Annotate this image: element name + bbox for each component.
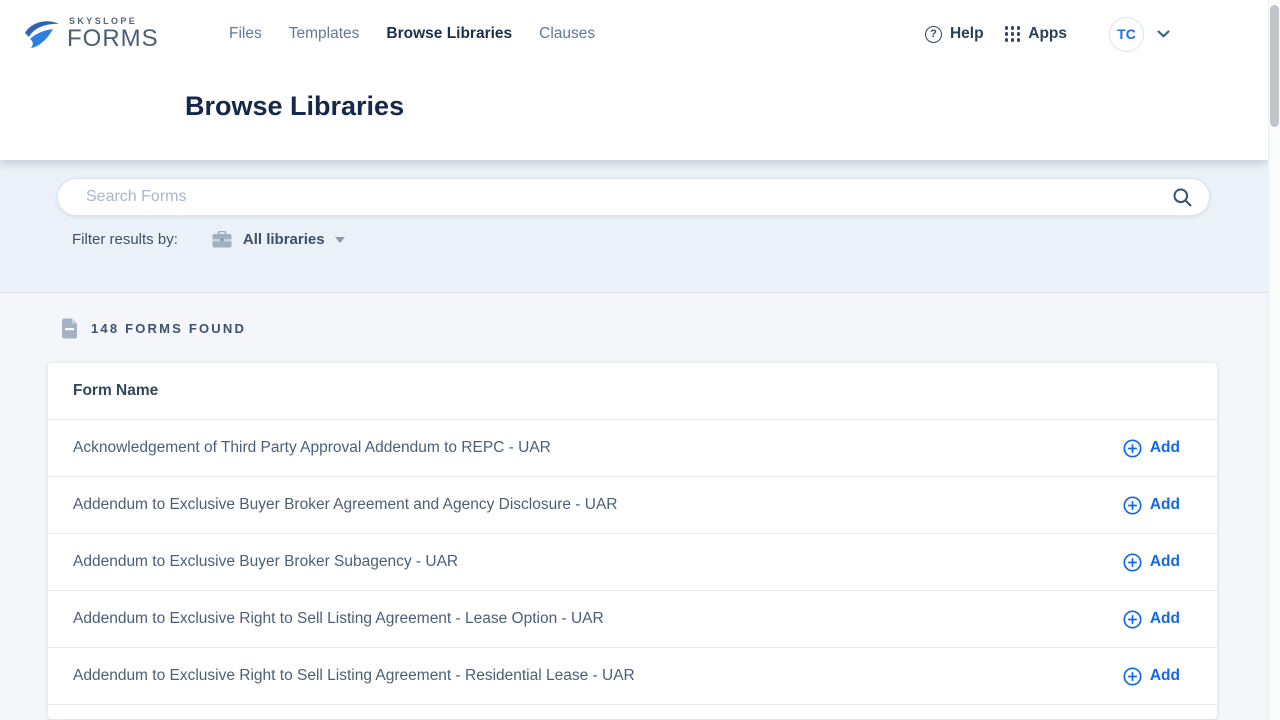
scrollbar-thumb[interactable] — [1270, 5, 1279, 127]
skyslope-swoosh-icon — [22, 17, 62, 53]
plus-circle-icon — [1123, 553, 1142, 572]
main-nav: Files Templates Browse Libraries Clauses — [229, 25, 595, 43]
apps-grid-icon — [1005, 26, 1021, 42]
plus-circle-icon — [1123, 667, 1142, 686]
account-menu-button[interactable] — [1157, 30, 1170, 38]
logo-text: SKYSLOPE FORMS — [67, 17, 159, 51]
add-label: Add — [1150, 667, 1180, 685]
filter-row: Filter results by: All libraries — [72, 231, 1268, 248]
plus-circle-icon — [1123, 610, 1142, 629]
add-form-button[interactable]: Add — [1123, 667, 1180, 686]
add-form-button[interactable]: Add — [1123, 439, 1180, 458]
search-input[interactable] — [86, 188, 1172, 206]
forms-table: Form Name Acknowledgement of Third Party… — [48, 363, 1217, 719]
results-section: 148 FORMS FOUND Form Name Acknowledgemen… — [0, 293, 1268, 720]
nav-item-browse-libraries[interactable]: Browse Libraries — [386, 25, 512, 43]
document-icon — [61, 318, 78, 339]
user-avatar[interactable]: TC — [1109, 17, 1144, 52]
table-row: Acknowledgement of Third Party Approval … — [48, 419, 1217, 476]
logo-bottom-label: FORMS — [67, 27, 159, 51]
filter-label: Filter results by: — [72, 231, 178, 248]
help-button[interactable]: ? Help — [925, 25, 984, 43]
help-icon: ? — [925, 26, 942, 43]
search-icon — [1172, 187, 1193, 208]
plus-circle-icon — [1123, 496, 1142, 515]
table-row: Addendum to Exclusive Buyer Broker Subag… — [48, 533, 1217, 590]
form-name: Addendum to Exclusive Buyer Broker Subag… — [73, 553, 458, 571]
apps-label: Apps — [1028, 25, 1067, 43]
search-submit[interactable] — [1172, 187, 1193, 208]
results-count-label: 148 FORMS FOUND — [91, 321, 246, 336]
form-name: Addendum to Exclusive Buyer Broker Agree… — [73, 496, 617, 514]
header-actions: ? Help Apps TC — [925, 17, 1170, 52]
table-row: Addendum to Exclusive Right to Sell List… — [48, 590, 1217, 647]
nav-item-files[interactable]: Files — [229, 25, 262, 43]
page: SKYSLOPE FORMS Files Templates Browse Li… — [0, 0, 1268, 720]
results-count-row: 148 FORMS FOUND — [61, 318, 1268, 339]
add-label: Add — [1150, 610, 1180, 628]
add-form-button[interactable]: Add — [1123, 610, 1180, 629]
add-form-button[interactable]: Add — [1123, 496, 1180, 515]
skyslope-forms-logo[interactable]: SKYSLOPE FORMS — [22, 15, 186, 53]
caret-down-icon[interactable] — [335, 237, 345, 243]
page-title: Browse Libraries — [185, 91, 1268, 122]
form-name: Addendum to Exclusive Right to Sell List… — [73, 667, 635, 685]
help-label: Help — [950, 25, 984, 43]
header-top-bar: SKYSLOPE FORMS Files Templates Browse Li… — [0, 0, 1268, 68]
library-filter-dropdown[interactable]: All libraries — [243, 231, 325, 248]
nav-item-clauses[interactable]: Clauses — [539, 25, 595, 43]
form-name: Acknowledgement of Third Party Approval … — [73, 439, 551, 457]
table-row-partial — [48, 704, 1217, 719]
add-form-button[interactable]: Add — [1123, 553, 1180, 572]
add-label: Add — [1150, 496, 1180, 514]
plus-circle-icon — [1123, 439, 1142, 458]
table-row: Addendum to Exclusive Right to Sell List… — [48, 647, 1217, 704]
briefcase-icon — [212, 231, 232, 248]
table-column-header: Form Name — [48, 363, 1217, 419]
app-header: SKYSLOPE FORMS Files Templates Browse Li… — [0, 0, 1268, 160]
table-row: Addendum to Exclusive Buyer Broker Agree… — [48, 476, 1217, 533]
add-label: Add — [1150, 439, 1180, 457]
scrollbar[interactable] — [1268, 0, 1280, 720]
form-name: Addendum to Exclusive Right to Sell List… — [73, 610, 604, 628]
search-section: Filter results by: All libraries — [0, 160, 1268, 293]
apps-button[interactable]: Apps — [1005, 25, 1067, 43]
search-bar — [57, 178, 1210, 216]
chevron-down-icon — [1157, 30, 1170, 38]
nav-item-templates[interactable]: Templates — [289, 25, 360, 43]
add-label: Add — [1150, 553, 1180, 571]
